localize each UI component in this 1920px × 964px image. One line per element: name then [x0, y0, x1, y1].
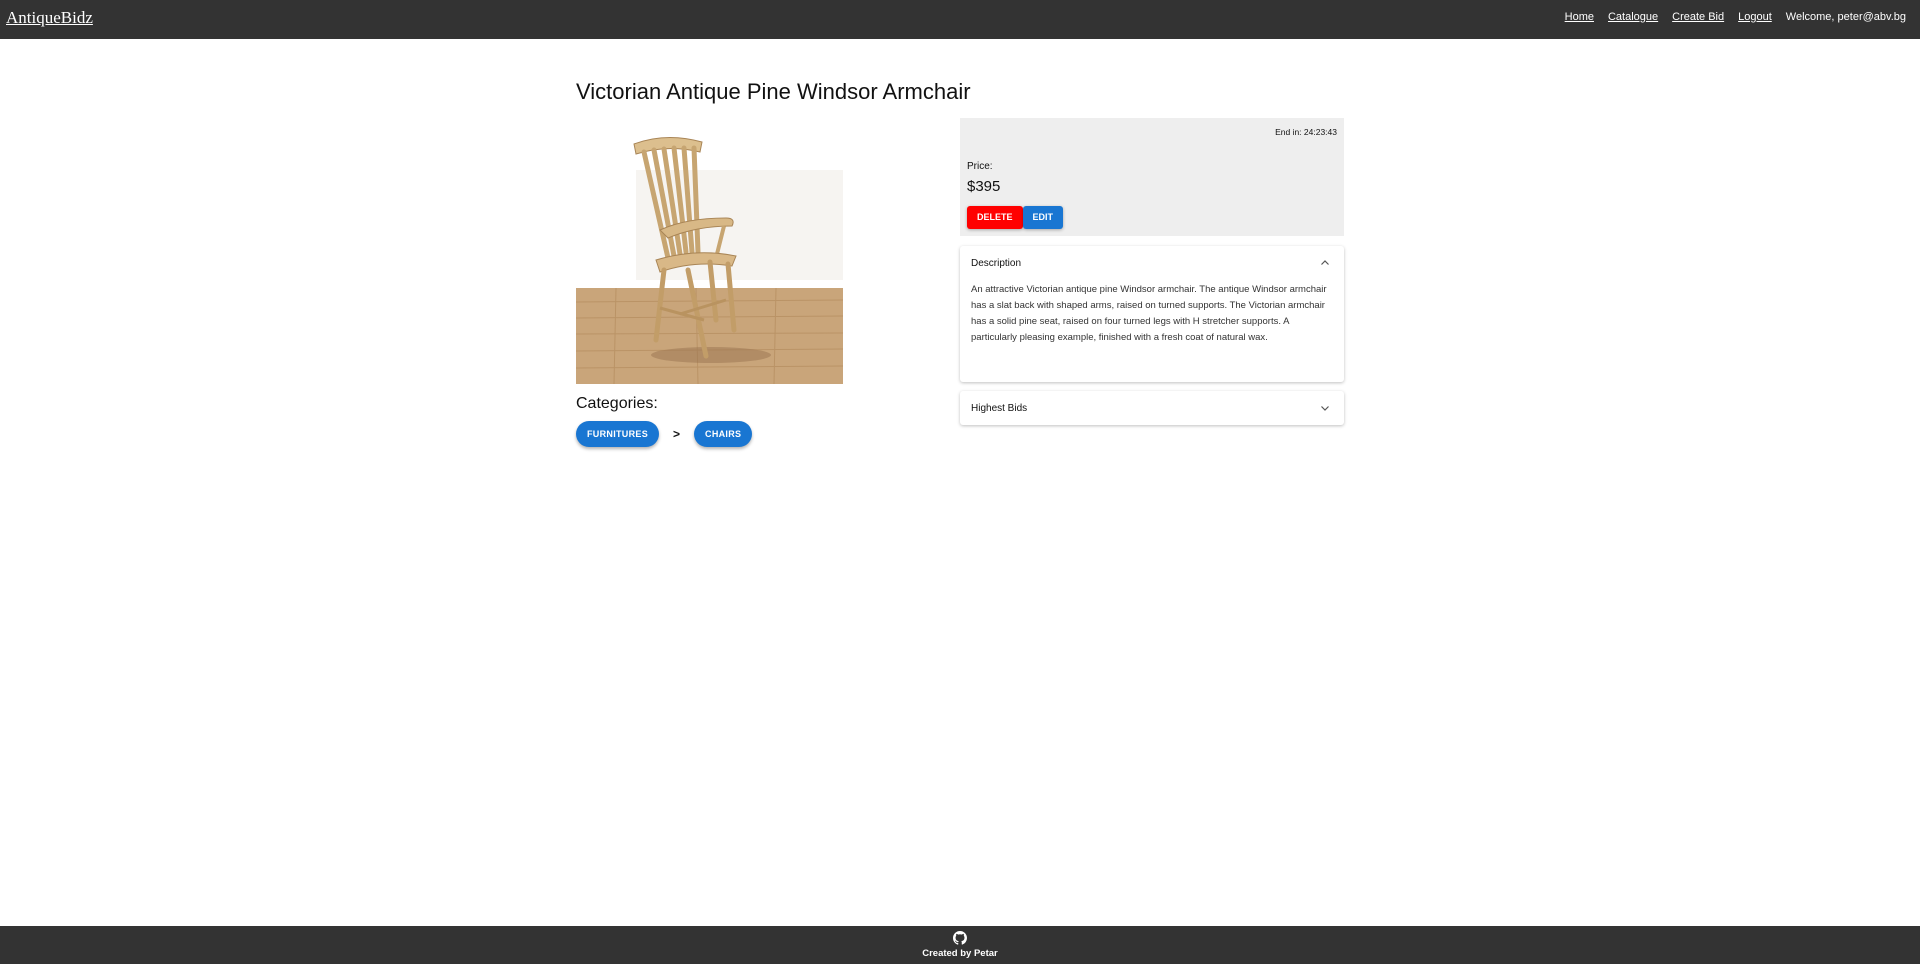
footer-credit: Created by Petar: [922, 948, 998, 959]
nav-links: Home Catalogue Create Bid Logout Welcome…: [1565, 11, 1906, 23]
chevron-up-icon: [1320, 258, 1330, 268]
description-title: Description: [971, 257, 1022, 269]
categories-breadcrumb: FURNITURES > CHAIRS: [576, 421, 753, 447]
description-accordion-header[interactable]: Description: [960, 246, 1344, 280]
highest-bids-accordion-header[interactable]: Highest Bids: [960, 391, 1344, 425]
item-actions: DELETE EDIT: [967, 206, 1064, 229]
footer: Created by Petar: [0, 926, 1920, 964]
brand-logo-link[interactable]: AntiqueBidz: [6, 8, 93, 28]
price-value: $395: [967, 178, 1001, 195]
github-icon[interactable]: [953, 931, 967, 945]
category-chip-furnitures[interactable]: FURNITURES: [576, 421, 659, 447]
auction-end-timer: End in: 24:23:43: [1275, 127, 1337, 137]
nav-home-link[interactable]: Home: [1565, 11, 1594, 23]
category-separator: >: [673, 427, 681, 441]
top-navbar: AntiqueBidz Home Catalogue Create Bid Lo…: [0, 0, 1920, 39]
highest-bids-accordion: Highest Bids: [960, 391, 1344, 425]
item-title: Victorian Antique Pine Windsor Armchair: [576, 79, 971, 104]
categories-heading: Categories:: [576, 395, 658, 412]
description-accordion: Description An attractive Victorian anti…: [960, 246, 1344, 382]
highest-bids-title: Highest Bids: [971, 402, 1028, 414]
nav-catalogue-link[interactable]: Catalogue: [1608, 11, 1658, 23]
edit-button[interactable]: EDIT: [1022, 206, 1064, 229]
price-panel: End in: 24:23:43 Price: $395 DELETE EDIT: [960, 118, 1344, 236]
price-label: Price:: [967, 161, 993, 172]
category-chip-chairs[interactable]: CHAIRS: [694, 421, 753, 447]
welcome-text: Welcome, peter@abv.bg: [1785, 11, 1906, 23]
nav-create-bid-link[interactable]: Create Bid: [1672, 11, 1724, 23]
item-photo: [576, 130, 843, 384]
description-text: An attractive Victorian antique pine Win…: [971, 284, 1327, 343]
chevron-down-icon: [1320, 403, 1330, 413]
delete-button[interactable]: DELETE: [967, 206, 1023, 229]
nav-logout-link[interactable]: Logout: [1738, 11, 1772, 23]
